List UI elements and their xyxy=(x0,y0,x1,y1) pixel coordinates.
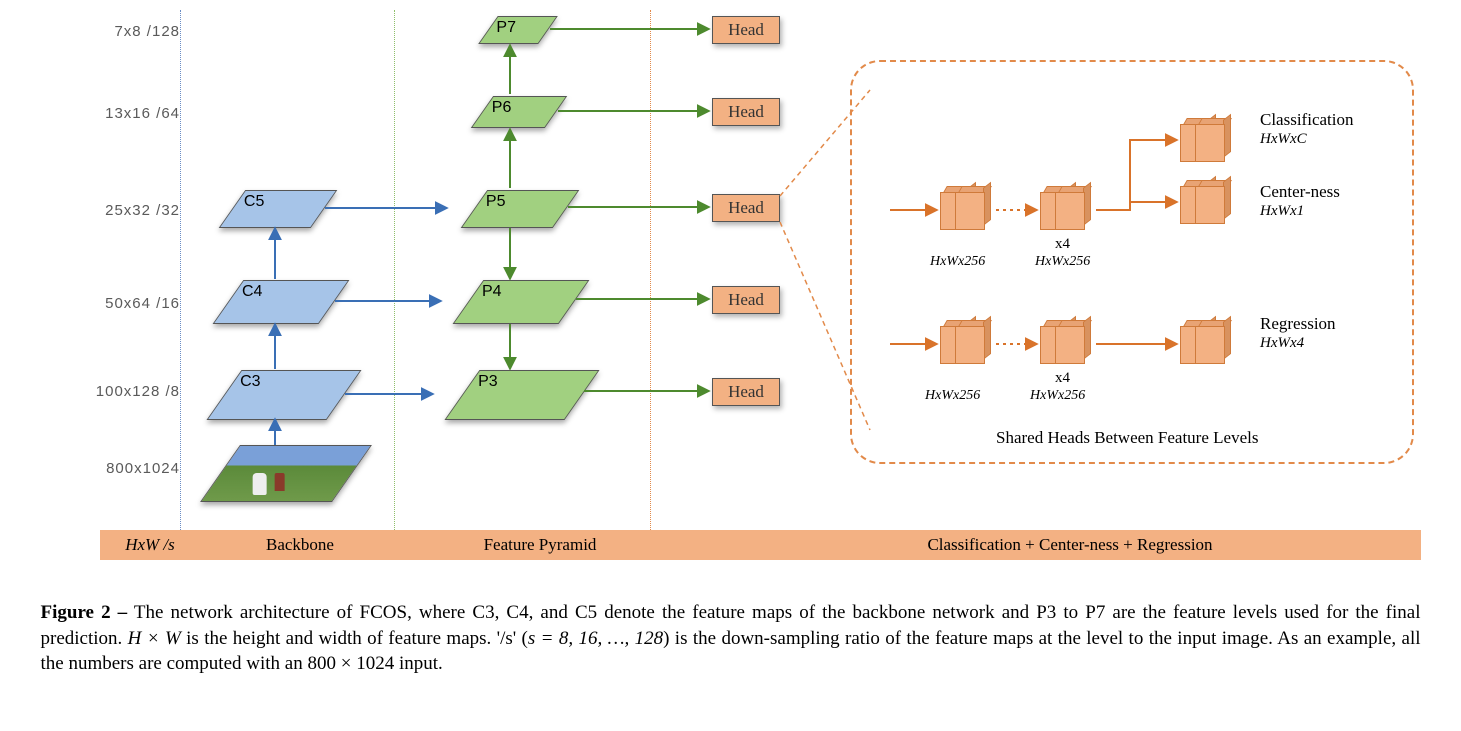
separator-fpn-heads xyxy=(650,10,651,530)
repeat-label: x4 xyxy=(1055,370,1070,387)
input-image xyxy=(200,445,372,502)
fpn-block-p5: P5 xyxy=(461,190,580,228)
branch-label-classification: Classification HxWxC xyxy=(1260,110,1353,148)
conv-block xyxy=(955,186,993,228)
tensor-dim-label: HxWx256 xyxy=(1035,254,1090,270)
fpn-block-p6: P6 xyxy=(471,96,567,128)
detail-panel-caption: Shared Heads Between Feature Levels xyxy=(996,428,1258,448)
tensor-dim-label: HxWx256 xyxy=(925,388,980,404)
corner-label: HxW /s xyxy=(125,535,175,555)
tensor-dim-label: HxWx256 xyxy=(930,254,985,270)
backbone-block-c3: C3 xyxy=(206,370,361,420)
scale-label: 25x32 /32 xyxy=(60,202,180,219)
legend-heads: Classification + Center-ness + Regressio… xyxy=(760,530,1380,560)
head-box: Head xyxy=(712,286,780,314)
tensor-dim-label: HxWx256 xyxy=(1030,388,1085,404)
head-box: Head xyxy=(712,378,780,406)
figure-caption: Figure 2 – The network architecture of F… xyxy=(41,600,1421,677)
scale-label: 50x64 /16 xyxy=(60,295,180,312)
legend-fpn: Feature Pyramid xyxy=(420,530,660,560)
conv-output-classification xyxy=(1195,118,1233,160)
scale-label: 100x128 /8 xyxy=(60,383,180,400)
scale-label: 13x16 /64 xyxy=(60,105,180,122)
fpn-block-p7: P7 xyxy=(478,16,558,44)
backbone-block-c5: C5 xyxy=(219,190,338,228)
architecture-diagram: 7x8 /128 13x16 /64 25x32 /32 50x64 /16 1… xyxy=(0,0,1461,560)
conv-block xyxy=(955,320,993,362)
branch-label-regression: Regression HxWx4 xyxy=(1260,314,1336,352)
fpn-block-p4: P4 xyxy=(453,280,590,324)
head-box: Head xyxy=(712,194,780,222)
fpn-block-p3: P3 xyxy=(444,370,599,420)
backbone-block-c4: C4 xyxy=(213,280,350,324)
conv-output-regression xyxy=(1195,320,1233,362)
separator-scale-backbone xyxy=(180,10,181,530)
scale-label: 800x1024 xyxy=(60,460,180,477)
conv-output-centerness xyxy=(1195,180,1233,222)
conv-block xyxy=(1055,320,1093,362)
scale-label: 7x8 /128 xyxy=(60,23,180,40)
branch-label-centerness: Center-ness HxWx1 xyxy=(1260,182,1340,220)
head-box: Head xyxy=(712,98,780,126)
separator-backbone-fpn xyxy=(394,10,395,530)
repeat-label: x4 xyxy=(1055,236,1070,253)
legend-backbone: Backbone xyxy=(200,530,400,560)
head-box: Head xyxy=(712,16,780,44)
section-legend-bar: HxW /s Backbone Feature Pyramid Classifi… xyxy=(100,530,1421,560)
conv-block xyxy=(1055,186,1093,228)
